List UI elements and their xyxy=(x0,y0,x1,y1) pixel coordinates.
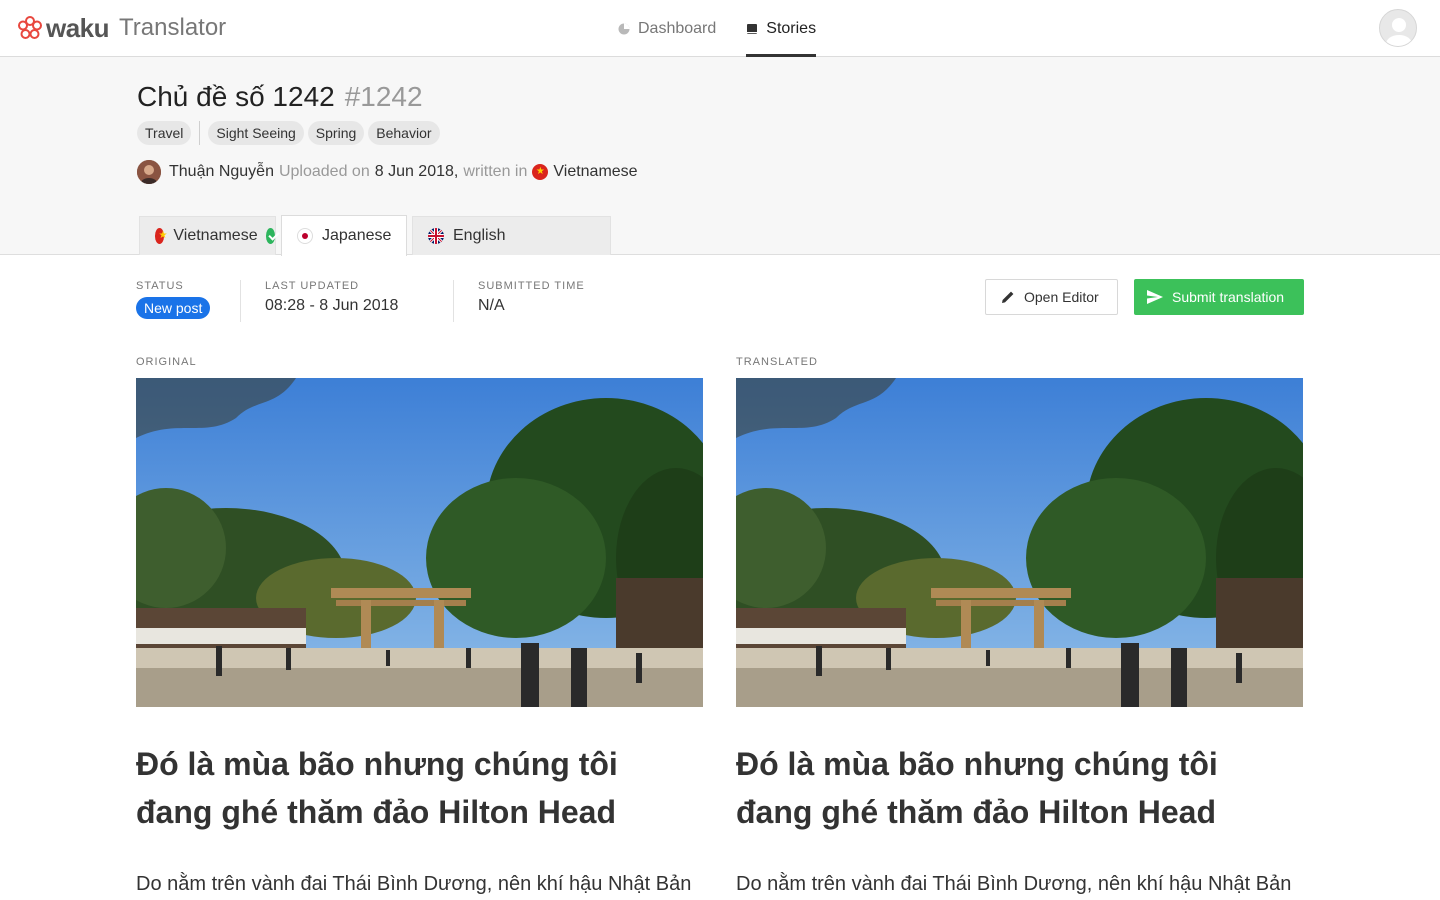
original-cover-image xyxy=(136,378,703,707)
tab-label: English xyxy=(453,227,506,244)
top-bar: waku Translator Dashboard Stories xyxy=(0,0,1440,57)
written-prefix: written in xyxy=(463,163,528,180)
last-updated-label: LAST UPDATED xyxy=(265,280,360,292)
author-avatar xyxy=(137,160,161,184)
nav-label-stories: Stories xyxy=(766,19,817,37)
vn-flag-icon xyxy=(532,164,549,180)
tag-travel[interactable]: Travel xyxy=(137,121,192,145)
translated-headline[interactable]: Đó là mùa bão nhưng chúng tôi đang ghé t… xyxy=(736,740,1296,836)
open-editor-button[interactable]: Open Editor xyxy=(985,279,1118,315)
story-header: Chủ đề số 1242 #1242 Travel Sight Seeing … xyxy=(0,57,1440,256)
story-meta: Thuận Nguyễn Uploaded on 8 Jun 2018, wri… xyxy=(137,160,638,184)
last-updated-value: 08:28 - 8 Jun 2018 xyxy=(265,297,399,314)
book-icon xyxy=(747,23,758,34)
translated-paragraph[interactable]: Do nằm trên vành đai Thái Bình Dương, nê… xyxy=(736,870,1303,898)
status-label: STATUS xyxy=(136,280,184,292)
translated-label: TRANSLATED xyxy=(736,356,818,368)
tag-spring[interactable]: Spring xyxy=(307,121,365,145)
tag-list: Travel Sight Seeing Spring Behavior xyxy=(137,121,444,145)
author-name[interactable]: Thuận Nguyễn xyxy=(169,163,274,181)
status-badge: New post xyxy=(136,297,211,319)
last-updated-column: LAST UPDATED 08:28 - 8 Jun 2018 xyxy=(265,280,454,322)
nav-item-dashboard[interactable]: Dashboard xyxy=(618,0,716,57)
tag-behavior[interactable]: Behavior xyxy=(368,121,440,145)
original-column: ORIGINAL Đó là mùa bão nhưng chúng tôi đ… xyxy=(136,356,703,898)
waku-logo-icon xyxy=(18,16,42,39)
translated-cover-image xyxy=(736,378,1303,707)
user-avatar-button[interactable] xyxy=(1379,9,1417,47)
original-label: ORIGINAL xyxy=(136,356,197,368)
tag-sight-seeing[interactable]: Sight Seeing xyxy=(208,121,304,145)
original-paragraph: Do nằm trên vành đai Thái Bình Dương, nê… xyxy=(136,873,692,895)
language-tabs: Vietnamese Japanese English xyxy=(139,215,616,256)
pie-chart-icon xyxy=(618,23,630,34)
submitted-time-column: SUBMITTED TIME N/A xyxy=(478,280,609,322)
meiji-shrine-photo xyxy=(736,378,1303,707)
brand-wordmark: waku xyxy=(46,12,110,43)
tab-label: Japanese xyxy=(322,227,392,244)
brand[interactable]: waku Translator xyxy=(16,12,226,44)
meiji-shrine-photo xyxy=(136,378,703,707)
nav-label-dashboard: Dashboard xyxy=(638,19,717,37)
user-icon xyxy=(1386,18,1412,46)
tab-label: Vietnamese xyxy=(173,227,258,244)
original-headline: Đó là mùa bão nhưng chúng tôi đang ghé t… xyxy=(136,746,618,830)
uploaded-prefix: Uploaded on xyxy=(278,163,370,180)
pencil-icon xyxy=(1002,291,1014,303)
submitted-time-label: SUBMITTED TIME xyxy=(478,280,585,292)
story-id: #1242 xyxy=(344,81,423,112)
written-language: Vietnamese xyxy=(553,163,638,180)
send-icon xyxy=(1147,290,1163,304)
uploaded-date: 8 Jun 2018, xyxy=(374,163,459,180)
page-title: Chủ đề số 1242 #1242 xyxy=(137,81,423,113)
check-circle-icon xyxy=(265,228,275,244)
author-photo-icon xyxy=(137,160,161,184)
vn-flag-icon xyxy=(155,228,172,244)
main-nav: Dashboard Stories xyxy=(618,0,846,57)
product-name: Translator xyxy=(119,14,227,41)
tag-divider xyxy=(199,121,201,145)
submit-translation-label: Submit translation xyxy=(1172,289,1285,305)
translated-column: TRANSLATED Đó là mùa bão nhưng chúng tôi… xyxy=(736,356,1303,898)
status-row: STATUS New post LAST UPDATED 08:28 - 8 J… xyxy=(136,280,633,322)
story-title: Chủ đề số 1242 xyxy=(137,81,335,112)
tab-english[interactable]: English xyxy=(412,216,611,255)
uk-flag-icon xyxy=(428,228,444,244)
tab-japanese[interactable]: Japanese xyxy=(281,215,407,256)
jp-flag-icon xyxy=(297,228,313,244)
submit-translation-button[interactable]: Submit translation xyxy=(1134,279,1304,315)
nav-item-stories[interactable]: Stories xyxy=(746,0,816,57)
status-column: STATUS New post xyxy=(136,280,241,322)
tab-vietnamese[interactable]: Vietnamese xyxy=(139,216,276,255)
submitted-time-value: N/A xyxy=(478,297,505,314)
open-editor-label: Open Editor xyxy=(1024,289,1099,305)
